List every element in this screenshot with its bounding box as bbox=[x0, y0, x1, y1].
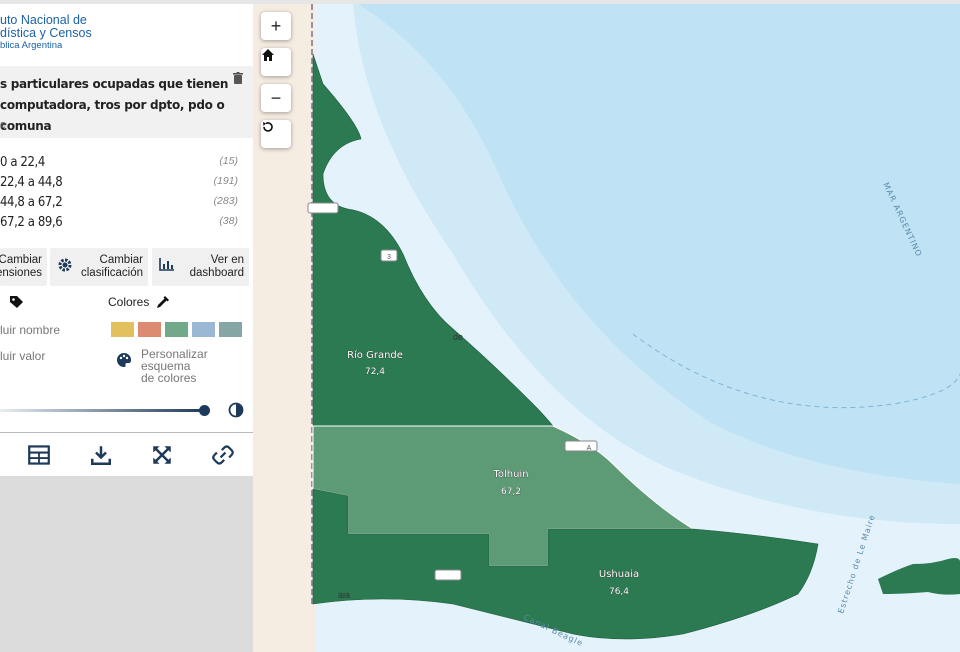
opacity-slider-handle[interactable] bbox=[199, 405, 210, 416]
road-shield-label: A bbox=[587, 445, 592, 452]
partial-place-label: de bbox=[453, 332, 463, 342]
panel-empty-area bbox=[0, 476, 253, 652]
view-dashboard-label: Ver en dashboard bbox=[189, 254, 244, 279]
color-swatch[interactable] bbox=[165, 322, 188, 337]
region-value-tolhuin: 67,2 bbox=[501, 487, 521, 497]
legend-item[interactable]: 67,2 a 89,6 (38) bbox=[0, 215, 245, 235]
change-classification-button[interactable]: Cambiar clasificación bbox=[50, 248, 148, 286]
region-label-ushuaia: Ushuaia bbox=[599, 569, 639, 580]
legend-item[interactable]: 22,4 a 44,8 (191) bbox=[0, 175, 245, 195]
link-icon[interactable] bbox=[212, 445, 234, 465]
zoom-in-label: + bbox=[270, 15, 282, 36]
change-dimensions-label: Cambiar ensiones bbox=[0, 254, 42, 279]
logo-line: blica Argentina bbox=[0, 40, 63, 51]
region-value-ushuaia: 76,4 bbox=[609, 587, 629, 597]
color-swatch[interactable] bbox=[111, 322, 134, 337]
color-swatch[interactable] bbox=[219, 322, 242, 337]
change-classification-label: Cambiar clasificación bbox=[81, 254, 143, 279]
colors-title: Colores bbox=[108, 295, 150, 309]
logo-line: dística y Censos bbox=[0, 26, 92, 40]
legend-range: 0 a 22,4 bbox=[0, 155, 45, 170]
layer-title-box: s particulares ocupadas que tienen compu… bbox=[0, 66, 253, 138]
include-name-option[interactable]: luir nombre bbox=[0, 323, 60, 337]
home-icon bbox=[262, 49, 274, 61]
legend-item[interactable]: 44,8 a 67,2 (283) bbox=[0, 195, 245, 215]
map-svg[interactable]: 3 A MAR ARGENTINO Estrecho de Le Maire C… bbox=[253, 4, 960, 652]
tag-icon bbox=[10, 296, 23, 308]
reset-view-button[interactable] bbox=[261, 120, 291, 148]
rotate-icon bbox=[263, 122, 273, 132]
legend-count: (191) bbox=[213, 175, 238, 187]
indec-logo: uto Nacional de dística y Censos blica A… bbox=[0, 14, 92, 52]
legend-item[interactable]: 0 a 22,4 (15) bbox=[0, 155, 245, 175]
bottom-toolbar bbox=[0, 432, 253, 477]
download-icon[interactable] bbox=[90, 445, 112, 465]
view-dashboard-button[interactable]: Ver en dashboard bbox=[152, 248, 249, 286]
opacity-slider-track[interactable] bbox=[0, 409, 205, 412]
map-canvas[interactable]: 3 A MAR ARGENTINO Estrecho de Le Maire C… bbox=[253, 4, 960, 652]
road-shield bbox=[434, 569, 462, 581]
legend-range: 44,8 a 67,2 bbox=[0, 195, 63, 210]
region-label-tolhuin: Tolhuin bbox=[492, 469, 528, 480]
legend-count: (38) bbox=[219, 215, 238, 227]
color-swatch[interactable] bbox=[192, 322, 215, 337]
include-value-option[interactable]: luir valor bbox=[0, 349, 45, 363]
road-shield-label: 3 bbox=[387, 254, 391, 261]
region-label-rio-grande: Río Grande bbox=[347, 349, 403, 361]
layer-subtitle: e bbox=[0, 119, 7, 131]
customize-colors-link[interactable]: Personalizar esquema de colores bbox=[141, 348, 253, 384]
legend-count: (15) bbox=[219, 155, 238, 167]
legend-count: (283) bbox=[213, 195, 238, 207]
side-panel: uto Nacional de dística y Censos blica A… bbox=[0, 4, 253, 652]
legend-range: 67,2 a 89,6 bbox=[0, 215, 63, 230]
legend-range: 22,4 a 44,8 bbox=[0, 175, 63, 190]
layer-title: s particulares ocupadas que tienen compu… bbox=[0, 77, 229, 133]
partial-place-label: aia bbox=[338, 590, 350, 600]
trash-icon[interactable] bbox=[233, 72, 243, 84]
road-shield bbox=[564, 440, 598, 452]
zoom-out-label: − bbox=[270, 87, 282, 108]
chart-icon bbox=[159, 258, 174, 271]
zoom-in-button[interactable]: + bbox=[261, 12, 291, 40]
home-button[interactable] bbox=[261, 48, 291, 76]
eyedropper-icon[interactable] bbox=[155, 294, 171, 310]
contrast-icon[interactable] bbox=[228, 402, 244, 418]
color-swatch[interactable] bbox=[138, 322, 161, 337]
gear-icon bbox=[58, 258, 72, 272]
palette-icon bbox=[117, 353, 131, 367]
zoom-out-button[interactable]: − bbox=[261, 84, 291, 112]
region-value-rio-grande: 72,4 bbox=[365, 367, 385, 377]
table-icon[interactable] bbox=[28, 445, 50, 465]
change-dimensions-button[interactable]: Cambiar ensiones bbox=[0, 248, 47, 286]
road-shield bbox=[307, 202, 339, 214]
fullscreen-icon[interactable] bbox=[151, 445, 173, 465]
